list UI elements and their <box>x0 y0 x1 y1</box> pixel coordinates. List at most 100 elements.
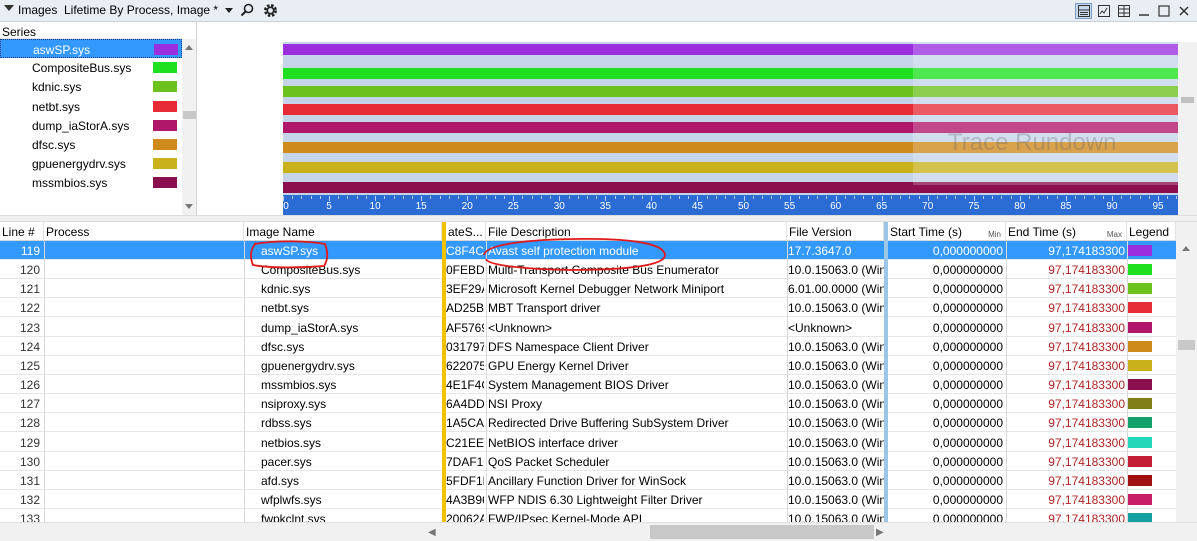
table-row[interactable]: 124 dfsc.sys 031797 DFS Namespace Client Dr… <box>0 337 1176 356</box>
series-item[interactable]: mssmbios.sys <box>0 173 182 192</box>
axis-tick <box>983 196 984 199</box>
time-axis[interactable]: 0 5 10 15 20 25 30 35 40 45 50 55 60 65 70 75 80 85 90 95 <box>283 195 1178 215</box>
axis-tick-label: 95 <box>1152 201 1164 212</box>
view-preset-dropdown[interactable]: Lifetime By Process, Image * <box>64 3 218 17</box>
column-header-image-name[interactable]: Image Name <box>244 222 442 241</box>
maximize-icon[interactable] <box>1155 3 1172 19</box>
cell-process <box>44 394 244 413</box>
axis-tick-label: 35 <box>599 201 611 212</box>
axis-tick <box>476 196 478 199</box>
scroll-up-arrow-icon[interactable] <box>1182 246 1190 251</box>
dropdown-arrow-icon[interactable] <box>225 8 233 13</box>
table-row[interactable]: 127 nsiproxy.sys 6A4DD NSI Proxy 10.0.15063.… <box>0 394 1176 414</box>
axis-tick <box>955 196 957 199</box>
grouping-divider[interactable] <box>442 222 446 522</box>
table-horizontal-scrollbar[interactable]: ◀ ▶ <box>0 522 1197 541</box>
scroll-thumb[interactable] <box>183 111 196 119</box>
scroll-right-arrow-icon[interactable]: ▶ <box>876 527 884 538</box>
cell-legend <box>1127 375 1176 394</box>
cell-file-description: Redirected Drive Buffering SubSystem Dri… <box>488 416 729 431</box>
legend-color-swatch <box>1128 283 1152 295</box>
column-header-timestamp[interactable]: ateS... <box>446 222 486 241</box>
scroll-thumb[interactable] <box>1178 340 1195 350</box>
scroll-thumb[interactable] <box>1181 97 1194 103</box>
cell-end-time: 97,174183300 <box>1048 282 1125 297</box>
table-row[interactable]: 128 rdbss.sys 1A5CA Redirected Drive Buffer… <box>0 413 1176 433</box>
axis-tick-label: 50 <box>737 201 750 212</box>
panel-titlebar: Images Lifetime By Process, Image * <box>0 0 1197 22</box>
search-icon[interactable] <box>240 3 255 21</box>
panel-splitter[interactable] <box>0 215 1197 222</box>
axis-tick <box>826 196 828 199</box>
legend-color-swatch <box>1128 417 1152 429</box>
axis-tick <box>485 196 487 199</box>
column-header-start-time[interactable]: Start Time (s) Min <box>888 222 1006 241</box>
axis-tick-label: 75 <box>968 201 980 212</box>
series-item[interactable]: gpuenergydrv.sys <box>0 154 182 173</box>
graphing-divider[interactable] <box>884 222 888 522</box>
axis-tick <box>402 196 404 199</box>
scroll-left-arrow-icon[interactable]: ◀ <box>428 527 436 538</box>
axis-tick <box>1056 196 1058 199</box>
series-item[interactable]: CompositeBus.sys <box>0 58 182 77</box>
series-item[interactable]: kdnic.sys <box>0 77 182 96</box>
cell-image-name: gpuenergydrv.sys <box>261 358 355 373</box>
trace-rundown-region <box>913 42 1178 185</box>
series-scrollbar[interactable] <box>182 39 196 215</box>
graph-and-table-view-button[interactable] <box>1075 3 1092 19</box>
close-icon[interactable] <box>1175 3 1192 19</box>
cell-process <box>44 452 244 471</box>
column-header-line[interactable]: Line # <box>0 222 44 241</box>
series-item[interactable]: dfsc.sys <box>0 135 182 154</box>
axis-tick <box>568 196 570 199</box>
cell-process <box>44 298 244 317</box>
table-row[interactable]: 125 gpuenergydrv.sys 622075 GPU Energy Kern… <box>0 356 1176 375</box>
axis-tick <box>1167 196 1169 199</box>
axis-tick <box>900 196 902 199</box>
cell-file-description: MBT Transport driver <box>488 301 601 316</box>
cell-line-number: 127 <box>19 397 40 412</box>
table-row[interactable]: 123 dump_iaStorA.sys AF5769 <Unknown> <Unkno… <box>0 318 1176 337</box>
cell-timestamp: 5FDF1B <box>446 473 484 488</box>
column-header-end-time[interactable]: End Time (s) Max <box>1006 222 1127 241</box>
collapse-arrow-icon[interactable] <box>4 5 14 11</box>
column-divider <box>44 241 45 541</box>
scroll-thumb[interactable] <box>650 525 874 539</box>
column-divider <box>787 241 788 541</box>
lifetime-graph[interactable]: Trace Rundown 0 5 10 15 20 25 30 35 40 45 50 55 60 65… <box>283 42 1178 215</box>
cell-timestamp: 1A5CA <box>446 416 484 431</box>
graph-scrollbar[interactable] <box>1178 42 1197 215</box>
table-row[interactable]: 131 afd.sys 5FDF1B Ancillary Function Drive… <box>0 471 1176 490</box>
table-vertical-scrollbar[interactable] <box>1176 222 1197 522</box>
column-header-file-version[interactable]: File Version <box>787 222 884 241</box>
gear-icon[interactable] <box>262 2 279 22</box>
table-row[interactable]: 130 pacer.sys 7DAF10 QoS Packet Scheduler 10… <box>0 452 1176 471</box>
series-color-swatch <box>153 81 177 93</box>
scroll-down-arrow-icon[interactable] <box>185 204 193 209</box>
table-row[interactable]: 129 netbios.sys C21EE7 NetBIOS interface dr… <box>0 433 1176 452</box>
scroll-up-arrow-icon[interactable] <box>185 45 193 50</box>
table-row[interactable]: 132 wfplwfs.sys 4A3B96 WFP NDIS 6.30 Lightw… <box>0 490 1176 509</box>
table-row[interactable]: 120 CompositeBus.sys 0FEBD9 Multi-Transport… <box>0 260 1176 280</box>
axis-tick <box>586 196 588 199</box>
cell-file-description: Microsoft Kernel Debugger Network Minipo… <box>488 282 725 297</box>
column-header-legend[interactable]: Legend <box>1127 222 1176 241</box>
axis-tick <box>844 196 846 199</box>
series-item[interactable]: netbt.sys <box>0 97 182 116</box>
graph-only-view-button[interactable] <box>1095 3 1112 19</box>
table-row[interactable]: 122 netbt.sys AD25BE MBT Transport driver 10… <box>0 298 1176 318</box>
series-item[interactable]: aswSP.sys <box>0 39 182 58</box>
table-row[interactable]: 126 mssmbios.sys 4E1F4C System Management B… <box>0 375 1176 395</box>
series-item[interactable]: dump_iaStorA.sys <box>0 116 182 135</box>
cell-file-description: Avast self protection module <box>488 244 639 258</box>
table-row[interactable]: 119 aswSP.sys C8F4C6 Avast self protection … <box>0 241 1176 260</box>
table-only-view-button[interactable] <box>1115 3 1132 19</box>
axis-tick-label: 85 <box>1060 201 1072 212</box>
column-header-process[interactable]: Process <box>44 222 244 241</box>
table-row[interactable]: 121 kdnic.sys 3EF29A Microsoft Kernel Debug… <box>0 279 1176 299</box>
column-header-file-description[interactable]: File Description <box>486 222 787 241</box>
axis-tick <box>872 196 874 199</box>
cell-file-version: 10.0.15063.0 (WinB <box>788 378 884 393</box>
axis-tick <box>577 196 579 199</box>
minimize-icon[interactable] <box>1135 3 1152 19</box>
